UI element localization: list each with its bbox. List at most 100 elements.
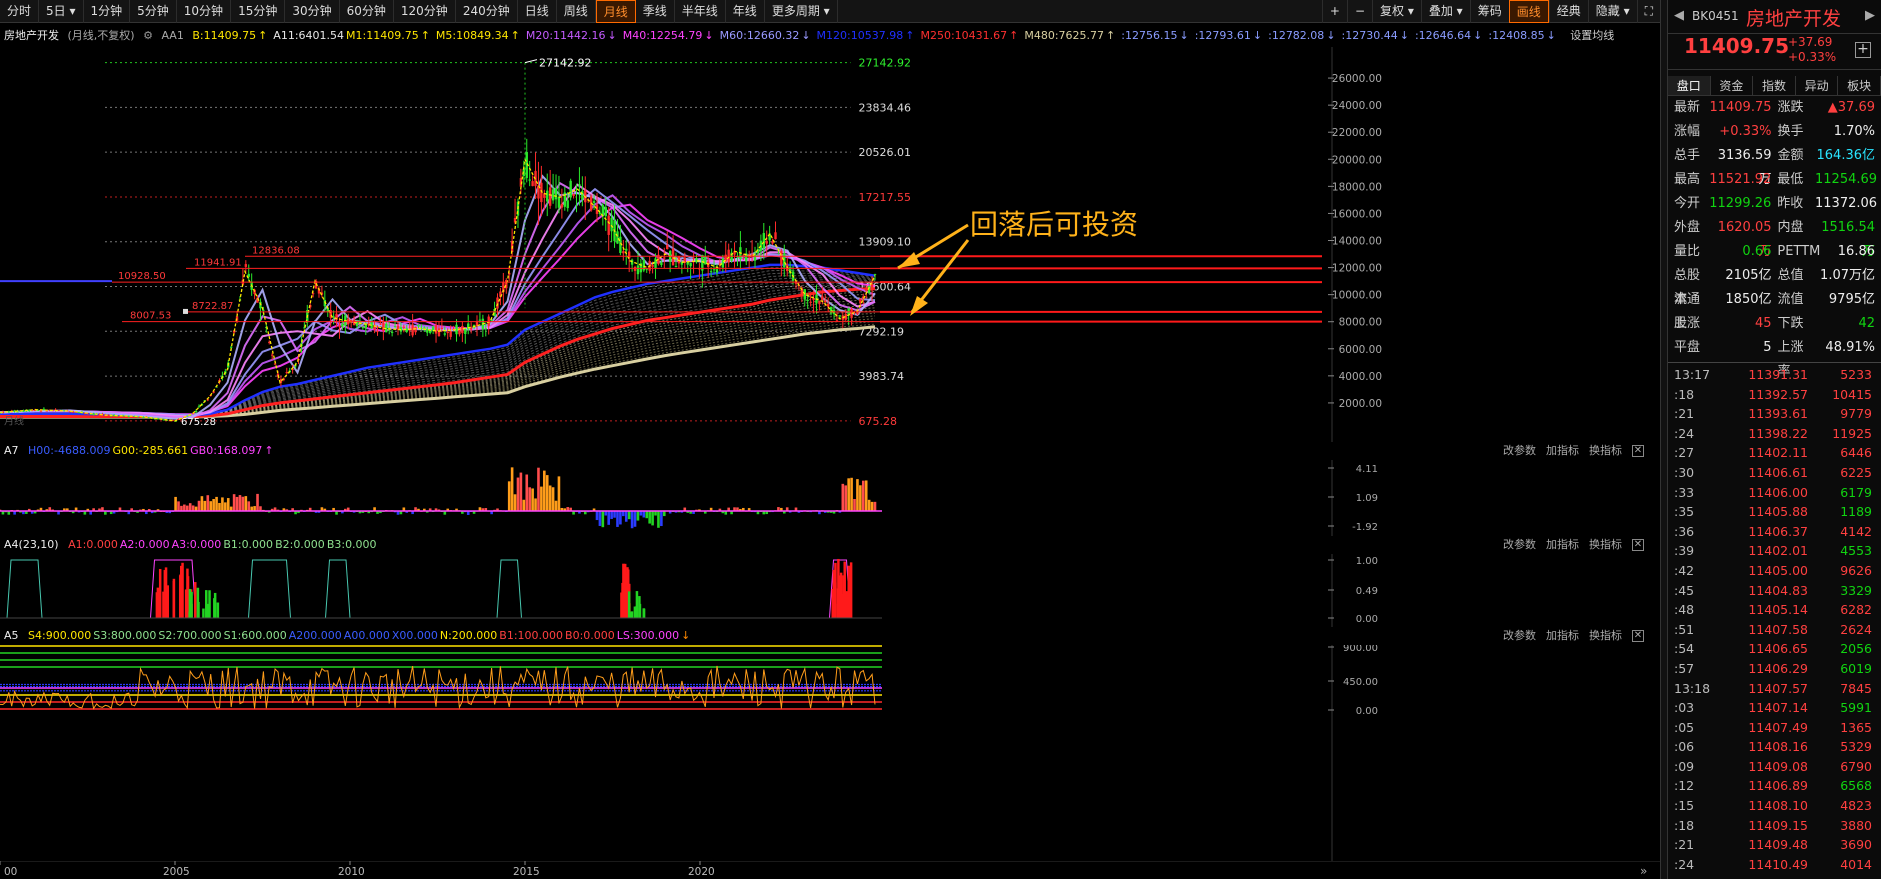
splitter-handle[interactable] — [1660, 0, 1668, 879]
indicator-value: ↓ — [1179, 29, 1189, 42]
period-tab[interactable]: 10分钟 — [177, 0, 232, 23]
period-tab[interactable]: 5日 ▾ — [39, 0, 84, 23]
tick-row: :54 11406.65 2056 — [1668, 639, 1881, 659]
sidebar-tab[interactable]: 指数 — [1753, 76, 1796, 95]
period-tab[interactable]: 年线 — [726, 0, 765, 23]
candle-body — [692, 257, 695, 259]
a7-bar — [507, 481, 511, 511]
a7-switch-indicator[interactable]: 换指标 — [1589, 442, 1622, 460]
indicator-value: A2:0.000 — [119, 538, 170, 551]
indicator-value: ↓ — [1399, 29, 1409, 42]
a4-switch-indicator[interactable]: 换指标 — [1589, 536, 1622, 554]
a5-indicator-chart[interactable]: 900.00 450.00 0.00 — [0, 645, 1660, 861]
period-tab[interactable]: 5分钟 — [130, 0, 177, 23]
tick-row: :24 11410.49 4014 — [1668, 855, 1881, 875]
candle-body — [490, 319, 493, 321]
a7-indicator-chart[interactable]: 4.11 1.09 -1.92 — [0, 460, 1660, 536]
stat-row: 涨幅 +0.33% 换手 1.70% — [1668, 120, 1881, 144]
quote-stats: 最新 11409.75 涨跌 ▲37.69 涨幅 +0.33% 换手 1.70% 总手 3136.… — [1668, 96, 1881, 379]
formula-name[interactable]: AA1 — [161, 29, 183, 42]
indicator-value: B0:0.000 — [565, 629, 615, 642]
a4-indicator-chart[interactable]: 1.00 0.49 0.00 — [0, 554, 1660, 627]
tick-time: :05 — [1674, 719, 1695, 735]
main-price-chart[interactable]: 26000.00 24000.00 22000.00 20000.00 18000.00… — [0, 47, 1660, 442]
a4-edit-params[interactable]: 改参数 — [1503, 536, 1536, 554]
tick-row: :21 11393.61 9779 — [1668, 404, 1881, 424]
tick-volume: 2624 — [1840, 621, 1872, 637]
sidebar-tab[interactable]: 异动 — [1796, 76, 1839, 95]
candle-body — [285, 371, 288, 374]
period-tab[interactable]: 分时 — [0, 0, 40, 23]
a4-bar — [831, 588, 834, 618]
tool-button[interactable]: 筹码 — [1469, 0, 1509, 23]
sidebar-tab[interactable]: 盘口 — [1668, 76, 1711, 95]
candle-body — [229, 346, 233, 348]
indicator-value: :12782.08 — [1268, 29, 1325, 42]
period-tab[interactable]: 60分钟 — [340, 0, 394, 23]
add-watchlist-icon[interactable]: + — [1855, 42, 1871, 58]
period-tab[interactable]: 季线 — [636, 0, 675, 23]
a5-close-icon[interactable]: ✕ — [1632, 630, 1644, 642]
period-tab[interactable]: 120分钟 — [394, 0, 456, 23]
a5-add-indicator[interactable]: 加指标 — [1546, 627, 1579, 645]
tool-button[interactable]: 复权 ▾ — [1372, 0, 1421, 23]
tick-volume: 9626 — [1840, 562, 1872, 578]
period-tab[interactable]: 1分钟 — [84, 0, 131, 23]
y-tick-label: 22000.00 — [1332, 127, 1382, 139]
stock-chart-app: 分时 5日 ▾ 1分钟 5分钟 10分钟 15分钟 30分钟 60分钟 120分钟 240分钟 日线… — [0, 0, 1881, 879]
a4-add-indicator[interactable]: 加指标 — [1546, 536, 1579, 554]
tool-button[interactable]: 叠加 ▾ — [1420, 0, 1470, 23]
next-arrow-icon[interactable]: ▶ — [1865, 8, 1875, 23]
a7-bar — [206, 495, 210, 511]
a7-close-icon[interactable]: ✕ — [1632, 445, 1644, 457]
candle-body — [671, 248, 675, 266]
a5-switch-indicator[interactable]: 换指标 — [1589, 627, 1622, 645]
a7-bar — [180, 505, 183, 511]
tool-button[interactable]: 画线 — [1508, 0, 1549, 23]
period-tab[interactable]: 更多周期 ▾ — [765, 0, 838, 23]
bottom-tag: 月线 — [4, 415, 24, 428]
period-tab[interactable]: 周线 — [557, 0, 596, 23]
indicator-value: S1:600.000 — [223, 629, 287, 642]
stat-row: 今开 11299.26 昨收 11372.06 — [1668, 192, 1881, 216]
a4-bar — [624, 585, 628, 618]
tick-volume: 3880 — [1840, 817, 1872, 833]
indicator-value: M20:11442.16 — [525, 29, 606, 42]
zoom-out-button[interactable]: − — [1346, 0, 1372, 23]
zoom-in-button[interactable]: + — [1321, 0, 1347, 23]
change-value: +37.69 — [1788, 35, 1833, 49]
period-tab[interactable]: 日线 — [518, 0, 557, 23]
a4-close-icon[interactable]: ✕ — [1632, 539, 1644, 551]
ma-settings-button[interactable]: 设置均线 — [1570, 29, 1614, 42]
settings-gear-icon[interactable]: ⚙ — [143, 29, 153, 42]
a7-edit-params[interactable]: 改参数 — [1503, 442, 1536, 460]
expand-icon[interactable]: ⛶ — [1636, 0, 1660, 23]
stat-row: 平盘 5 上涨率 48.91% — [1668, 336, 1881, 379]
tool-button[interactable]: 经典 — [1548, 0, 1588, 23]
period-tab[interactable]: 30分钟 — [285, 0, 340, 23]
y-tick-label: 0.49 — [1356, 586, 1378, 597]
prev-arrow-icon[interactable]: ◀ — [1674, 8, 1684, 23]
period-tab[interactable]: 半年线 — [675, 0, 726, 23]
sidebar-tab[interactable]: 板块 — [1838, 76, 1881, 95]
a5-panel-header: A5 S4:900.000 S3:800.000 S2:700.000 S1:600.… — [0, 627, 1660, 645]
a4-signal-block — [6, 559, 43, 619]
tick-row: :48 11405.14 6282 — [1668, 600, 1881, 620]
sidebar-tab[interactable]: 资金 — [1711, 76, 1754, 95]
period-tab[interactable]: 15分钟 — [231, 0, 286, 23]
a4-signal-block — [496, 559, 522, 619]
tick-volume: 4142 — [1840, 523, 1872, 539]
tick-list[interactable]: 13:17 11391.31 5233:18 11392.57 10415:21 1139… — [1668, 365, 1881, 874]
tick-volume: 6019 — [1840, 660, 1872, 676]
tick-price: 11402.01 — [1748, 543, 1808, 559]
indicator-value: B:11409.75 — [192, 29, 257, 42]
tick-price: 11405.14 — [1748, 602, 1808, 618]
tick-time: :39 — [1674, 543, 1695, 559]
a5-edit-params[interactable]: 改参数 — [1503, 627, 1536, 645]
a7-add-indicator[interactable]: 加指标 — [1546, 442, 1579, 460]
candle-body — [818, 301, 821, 304]
period-tab[interactable]: 月线 — [595, 0, 636, 23]
tool-button[interactable]: 隐藏 ▾ — [1587, 0, 1637, 23]
a7-bar — [191, 505, 195, 511]
period-tab[interactable]: 240分钟 — [456, 0, 518, 23]
